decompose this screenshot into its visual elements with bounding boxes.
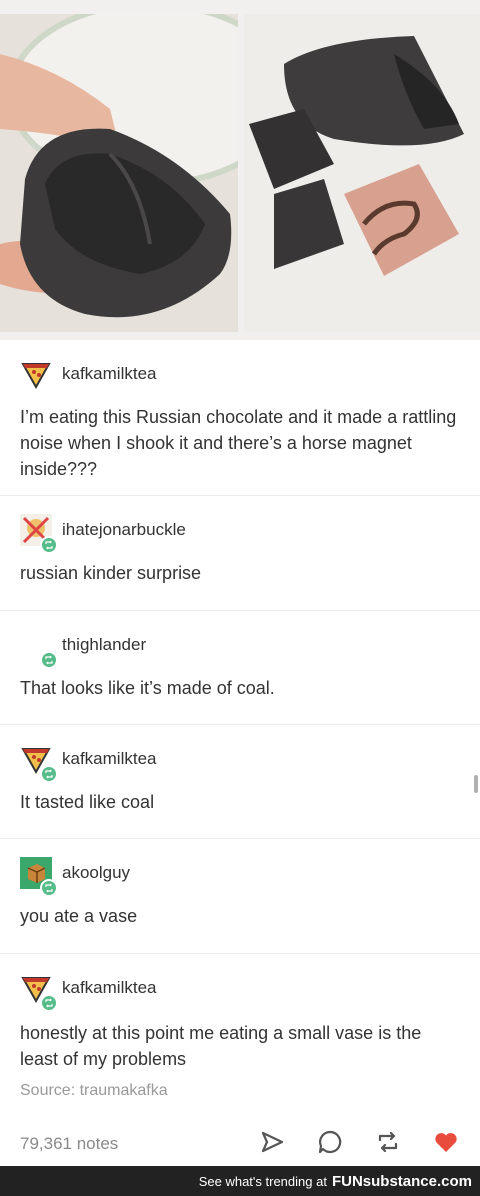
post-kafkamilktea-reply: kafkamilktea It tasted like coal [0,725,480,839]
username[interactable]: kafkamilktea [62,978,156,998]
post-kafkamilktea-final: kafkamilktea honestly at this point me e… [0,954,480,1076]
blank-avatar-icon[interactable] [20,629,58,669]
scrollbar-thumb[interactable] [474,775,478,793]
reblog-badge-icon [40,651,58,669]
watermark-bar: See what's trending at FUNsubstance.com [0,1166,480,1196]
cube-avatar-icon[interactable] [20,857,58,897]
pizza-slice-icon[interactable] [20,972,58,1012]
post-header: akoolguy [20,839,460,897]
post-body: I’m eating this Russian chocolate and it… [20,407,457,479]
reblog-badge-icon [40,994,58,1012]
post-footer: 79,361 notes [0,1114,480,1174]
reblog-badge-icon [40,536,58,554]
watermark-text: See what's trending at [198,1173,327,1189]
post-header: kafkamilktea [20,340,460,396]
post-ihatejonarbuckle: ihatejonarbuckle russian kinder surprise [0,496,480,611]
post-akoolguy: akoolguy you ate a vase [0,839,480,954]
username[interactable]: thighlander [62,635,146,655]
post-body: honestly at this point me eating a small… [20,1023,422,1069]
post-header: kafkamilktea [20,725,460,783]
post-header: kafkamilktea [20,954,460,1012]
post-actions [258,1128,460,1156]
post-kafkamilktea-original: kafkamilktea I’m eating this Russian cho… [0,340,480,496]
watermark-brand: FUNsubstance.com [331,1172,472,1190]
pizza-slice-icon[interactable] [20,743,58,783]
post-thighlander: thighlander That looks like it’s made of… [0,611,480,725]
photo-chocolate-pieces-with-horse-magnet [244,14,480,332]
post-body: russian kinder surprise [20,563,202,583]
post-header: thighlander [20,611,460,669]
reblog-thread: kafkamilktea I’m eating this Russian cho… [0,340,480,1174]
username[interactable]: akoolguy [62,863,130,883]
reblog-badge-icon [40,879,58,897]
notes-count[interactable]: 79,361 notes [20,1134,118,1154]
photo-chocolate-shell-held [0,14,238,332]
reply-icon[interactable] [316,1128,344,1156]
pizza-slice-icon[interactable] [20,358,52,390]
username[interactable]: kafkamilktea [62,364,156,384]
share-icon[interactable] [258,1128,286,1156]
username[interactable]: kafkamilktea [62,749,156,769]
post-body: you ate a vase [20,906,138,926]
reblog-icon[interactable] [374,1128,402,1156]
username[interactable]: ihatejonarbuckle [62,520,186,540]
photo-strip [0,0,480,340]
crossed-out-avatar-icon[interactable] [20,514,58,554]
post-body: That looks like it’s made of coal. [20,678,275,698]
post-header: ihatejonarbuckle [20,496,460,554]
post-body: It tasted like coal [20,792,155,812]
like-icon[interactable] [432,1128,460,1156]
reblog-badge-icon [40,765,58,783]
